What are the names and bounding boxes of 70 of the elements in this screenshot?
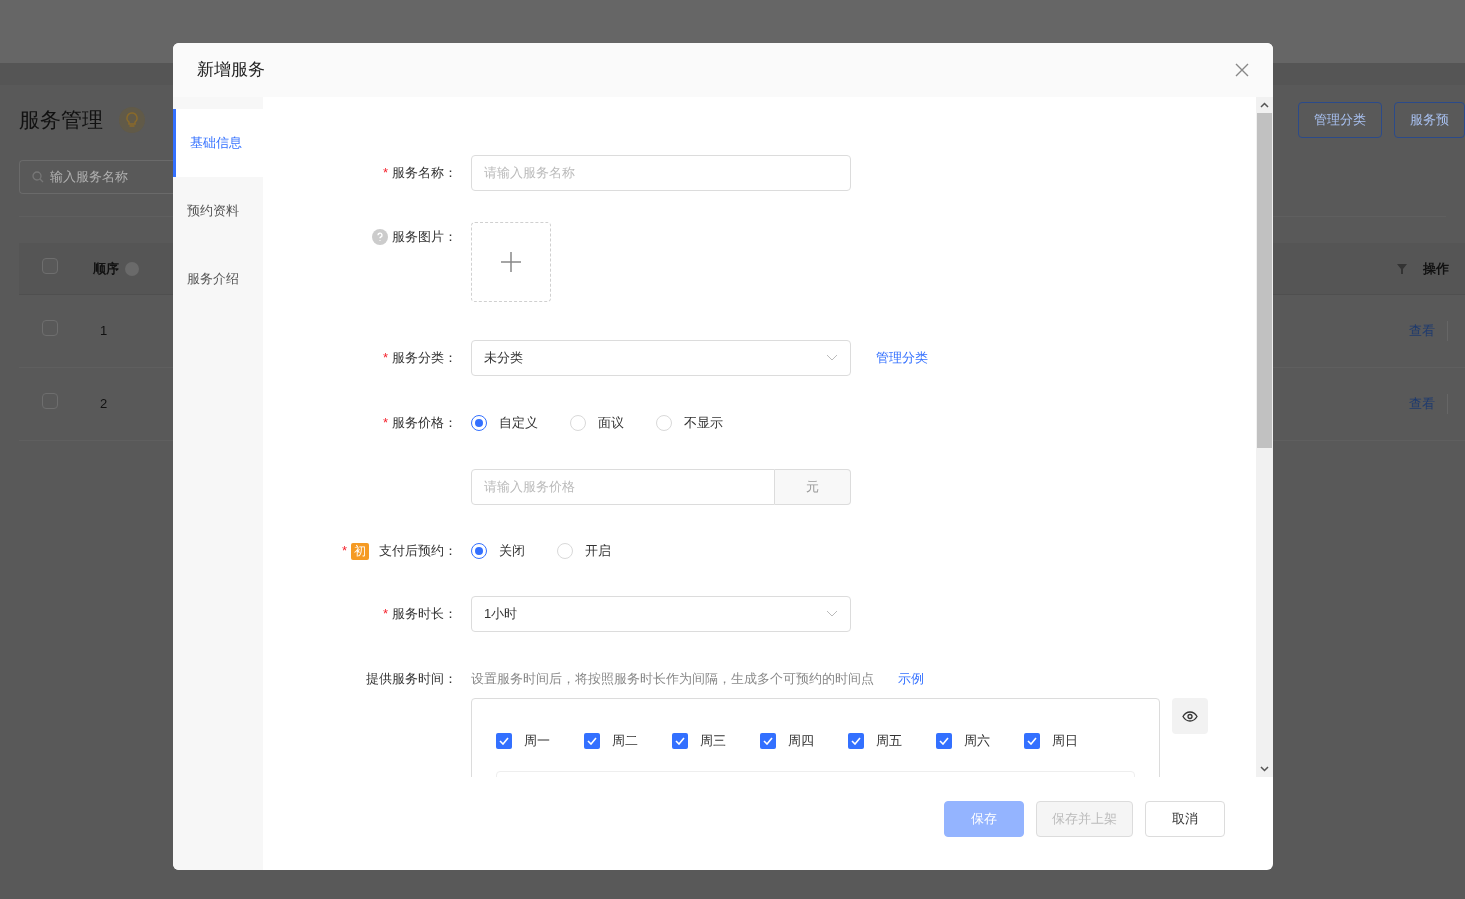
field-label: 服务名称： <box>392 164 457 183</box>
header-button[interactable]: 服务预 <box>1394 102 1465 138</box>
scroll-up-icon[interactable] <box>1260 102 1269 108</box>
checkbox-label: 周六 <box>964 732 990 750</box>
checkbox-label: 周四 <box>788 732 814 750</box>
table-cell-text: 1 <box>100 322 108 341</box>
field-label: 服务价格： <box>392 414 457 433</box>
check-icon <box>499 736 509 745</box>
checkbox[interactable] <box>936 732 952 749</box>
checkbox[interactable] <box>584 732 600 749</box>
search-field[interactable]: 输入服务名称 <box>19 160 173 194</box>
field-label: 提供服务时间： <box>366 670 457 689</box>
dialog-title: 新增服务 <box>197 59 265 82</box>
check-icon <box>675 736 685 745</box>
check-icon <box>1027 736 1037 745</box>
radio-label: 不显示 <box>684 414 723 433</box>
manage-link[interactable]: 管理分类 <box>876 348 928 368</box>
hint-text: 设置服务时间后，将按照服务时长作为间隔，生成多个可预约的时间点 <box>471 670 874 689</box>
unit-addon: 元 <box>775 469 851 505</box>
eye-icon <box>1182 710 1198 722</box>
help-icon <box>372 229 388 245</box>
check-icon <box>587 736 597 745</box>
footer-button[interactable]: 取消 <box>1145 801 1225 837</box>
field-label: 服务时长： <box>392 605 457 624</box>
plus-icon <box>501 252 521 272</box>
select-field[interactable]: 未分类 <box>471 340 851 376</box>
preview-button[interactable] <box>1172 698 1208 734</box>
search-icon <box>32 171 44 183</box>
field-label: 支付后预约： <box>379 542 457 561</box>
check-icon <box>763 736 773 745</box>
side-tab[interactable]: 服务介绍 <box>173 245 263 313</box>
chevron-down-icon <box>826 354 838 362</box>
header-button[interactable]: 管理分类 <box>1298 102 1382 138</box>
field-label: 服务分类： <box>392 349 457 368</box>
page-title: 服务管理 <box>19 107 103 134</box>
checkbox-label: 周三 <box>700 732 726 750</box>
badge: 初 <box>351 542 369 560</box>
scrollbar[interactable] <box>1256 97 1273 777</box>
checkbox-label: 周日 <box>1052 732 1078 750</box>
close-icon[interactable] <box>1235 63 1249 77</box>
checkbox[interactable] <box>760 732 776 749</box>
checkbox[interactable] <box>672 732 688 749</box>
check-icon <box>939 736 949 745</box>
required-asterisk: * <box>382 164 388 183</box>
checkbox[interactable] <box>496 732 512 749</box>
chevron-down-icon <box>826 610 838 618</box>
checkbox[interactable] <box>42 257 58 274</box>
side-tab[interactable]: 预约资料 <box>173 177 263 245</box>
column-header: 操作 <box>1423 259 1449 278</box>
scroll-down-icon[interactable] <box>1260 766 1269 772</box>
radio-label: 关闭 <box>499 542 525 561</box>
column-header: 顺序 <box>93 259 119 278</box>
radio-label: 开启 <box>585 542 611 561</box>
check-icon <box>851 736 861 745</box>
checkbox-label: 周五 <box>876 732 902 750</box>
field-label: 服务图片： <box>392 228 457 247</box>
required-asterisk: * <box>341 542 347 561</box>
required-asterisk: * <box>382 349 388 368</box>
radio-label: 自定义 <box>499 414 538 433</box>
checkbox[interactable] <box>848 732 864 749</box>
checkbox-label: 周一 <box>524 732 550 750</box>
checkbox-label: 周二 <box>612 732 638 750</box>
select-field[interactable]: 1小时 <box>471 596 851 632</box>
example-link[interactable]: 示例 <box>898 669 924 689</box>
side-tab[interactable]: 基础信息 <box>173 109 263 177</box>
required-asterisk: * <box>382 414 388 433</box>
checkbox[interactable] <box>1024 732 1040 749</box>
table-cell-text: 2 <box>100 395 108 414</box>
radio-label: 面议 <box>598 414 624 433</box>
required-asterisk: * <box>382 605 388 624</box>
